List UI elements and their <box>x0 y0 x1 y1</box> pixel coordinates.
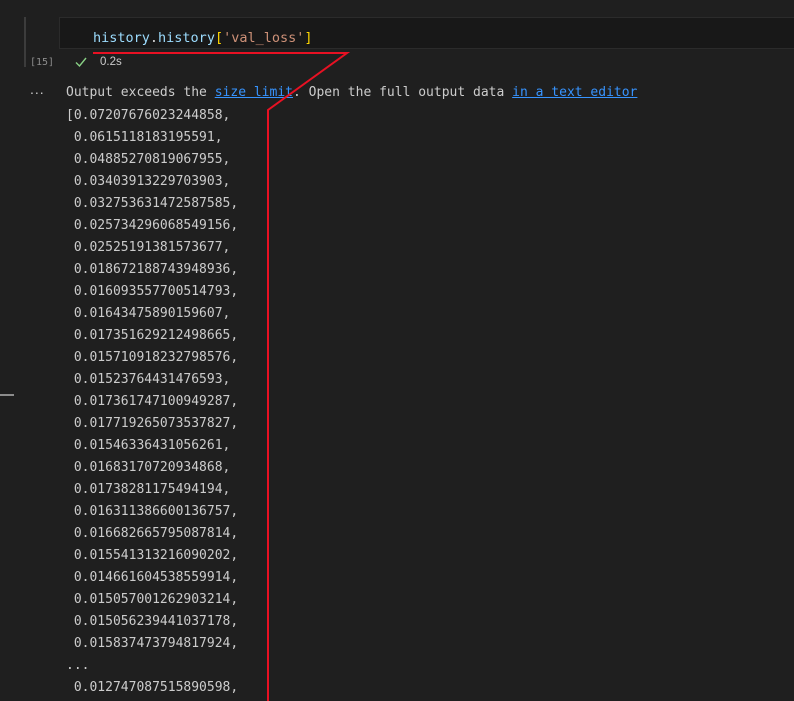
code-cell[interactable]: history.history['val_loss'] <box>59 17 794 49</box>
output-line: 0.014661604538559914, <box>66 570 239 585</box>
output-values-list: [0.07207676023244858, 0.0615118183195591… <box>66 106 238 700</box>
output-line: 0.01643475890159607, <box>66 306 231 321</box>
output-line: 0.01546336431056261, <box>66 438 231 453</box>
execution-count: [15] <box>30 57 55 68</box>
output-line: [0.07207676023244858, <box>66 108 231 123</box>
code-object: history <box>93 30 150 46</box>
code-dot: . <box>149 30 159 46</box>
output-line: 0.0615118183195591, <box>66 130 223 145</box>
check-icon <box>75 57 87 68</box>
notice-prefix: Output exceeds the <box>66 85 215 100</box>
code-close-bracket: ] <box>304 30 313 46</box>
output-line: 0.015056239441037178, <box>66 614 239 629</box>
output-line: 0.01738281175494194, <box>66 482 231 497</box>
output-line: 0.016311386600136757, <box>66 504 239 519</box>
execution-duration: 0.2s <box>100 56 122 68</box>
output-size-notice: Output exceeds the size limit. Open the … <box>66 84 637 101</box>
output-line: 0.025734296068549156, <box>66 218 239 233</box>
gutter-corner <box>0 0 18 18</box>
output-line: ... <box>66 658 90 673</box>
output-line: 0.017361747100949287, <box>66 394 239 409</box>
code-string: 'val_loss' <box>223 30 305 46</box>
output-line: 0.032753631472587585, <box>66 196 239 211</box>
text-editor-link[interactable]: in a text editor <box>512 85 637 100</box>
size-limit-link[interactable]: size limit <box>215 85 293 100</box>
code-attribute: history <box>158 30 215 46</box>
cell-run-border <box>24 17 26 67</box>
output-line: 0.015541313216090202, <box>66 548 239 563</box>
code-line[interactable]: history.history['val_loss'] <box>93 29 313 47</box>
code-open-bracket: [ <box>214 30 224 46</box>
output-line: 0.03403913229703903, <box>66 174 231 189</box>
collapse-handle[interactable] <box>0 394 14 396</box>
output-line: 0.018672188743948936, <box>66 262 239 277</box>
output-line: 0.01683170720934868, <box>66 460 231 475</box>
output-line: 0.016682665795087814, <box>66 526 239 541</box>
output-line: 0.012747087515890598, <box>66 680 239 695</box>
output-line: 0.017719265073537827, <box>66 416 239 431</box>
output-line: 0.015710918232798576, <box>66 350 239 365</box>
notice-middle: . Open the full output data <box>293 85 513 100</box>
output-actions-button[interactable]: ... <box>30 81 45 97</box>
output-line: 0.015837473794817924, <box>66 636 239 651</box>
output-line: 0.04885270819067955, <box>66 152 231 167</box>
output-line: 0.015057001262903214, <box>66 592 239 607</box>
output-line: 0.02525191381573677, <box>66 240 231 255</box>
output-line: 0.017351629212498665, <box>66 328 239 343</box>
output-line: 0.01523764431476593, <box>66 372 231 387</box>
output-line: 0.016093557700514793, <box>66 284 239 299</box>
